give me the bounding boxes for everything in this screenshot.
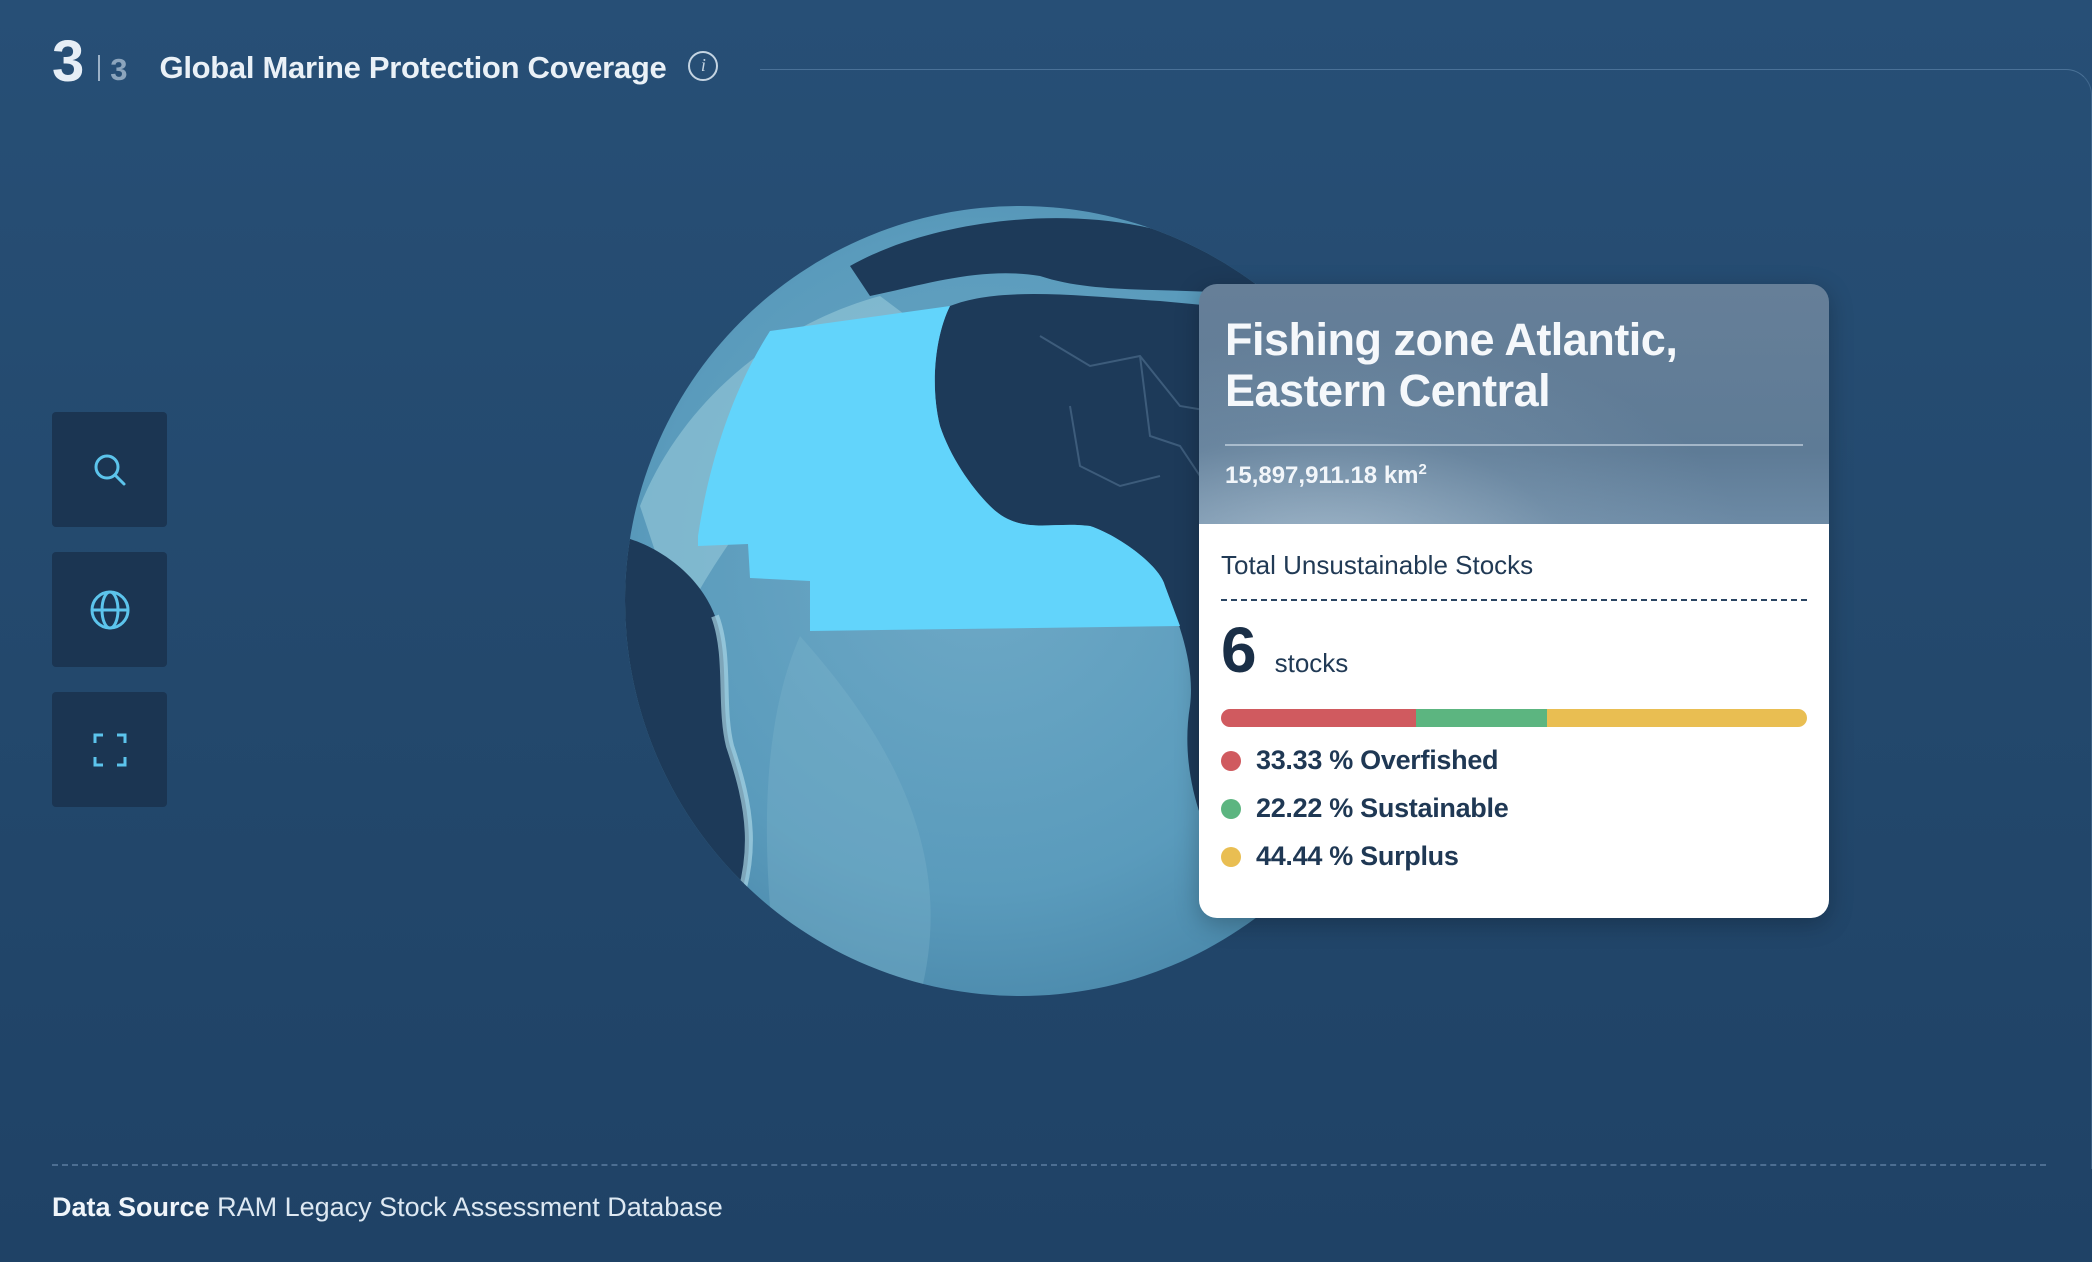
legend-label: 44.44 % Surplus bbox=[1256, 841, 1459, 871]
zone-area: 15,897,911.18 km2 bbox=[1225, 461, 1803, 490]
step-total: 3 bbox=[110, 51, 128, 87]
stocks-unit: stocks bbox=[1274, 648, 1349, 678]
legend-label: 33.33 % Overfished bbox=[1256, 745, 1499, 775]
data-source-value: RAM Legacy Stock Assessment Database bbox=[217, 1192, 723, 1222]
zone-area-value: 15,897,911.18 km bbox=[1225, 461, 1419, 489]
step-current: 3 bbox=[52, 29, 85, 94]
zone-title: Fishing zone Atlantic, Eastern Central bbox=[1225, 314, 1803, 416]
stocks-count-row: 6 stocks bbox=[1221, 615, 1807, 685]
map-toolbar bbox=[52, 412, 167, 807]
zone-title-line2: Eastern Central bbox=[1225, 365, 1551, 416]
legend-dot bbox=[1221, 846, 1241, 867]
info-icon[interactable]: i bbox=[688, 50, 719, 81]
legend-dot bbox=[1221, 798, 1241, 819]
globe-icon bbox=[90, 590, 129, 629]
zone-info-card: Fishing zone Atlantic, Eastern Central 1… bbox=[1199, 284, 1829, 918]
legend-dot bbox=[1221, 750, 1241, 771]
dashed-divider bbox=[1221, 599, 1807, 601]
globe-button[interactable] bbox=[52, 552, 167, 667]
step-separator bbox=[98, 54, 101, 81]
card-body: Total Unsustainable Stocks 6 stocks 33.3… bbox=[1199, 524, 1829, 918]
legend-item: 33.33 % Overfished bbox=[1221, 745, 1807, 776]
bar-segment bbox=[1221, 709, 1417, 727]
legend-item: 22.22 % Sustainable bbox=[1221, 793, 1807, 824]
legend-item: 44.44 % Surplus bbox=[1221, 841, 1807, 872]
page: 3 3 Global Marine Protection Coverage i bbox=[0, 0, 2092, 1262]
zone-area-unit: 2 bbox=[1418, 460, 1427, 478]
zone-title-line1: Fishing zone Atlantic, bbox=[1225, 314, 1678, 365]
bar-segment bbox=[1416, 709, 1547, 727]
header: 3 3 Global Marine Protection Coverage i bbox=[52, 28, 719, 95]
fullscreen-button[interactable] bbox=[52, 692, 167, 807]
stock-breakdown-bar bbox=[1221, 709, 1807, 727]
stocks-label: Total Unsustainable Stocks bbox=[1221, 550, 1534, 580]
card-divider bbox=[1225, 444, 1803, 446]
stock-legend: 33.33 % Overfished 22.22 % Sustainable 44.… bbox=[1221, 745, 1807, 872]
data-source-label: Data Source bbox=[52, 1192, 210, 1222]
search-button[interactable] bbox=[52, 412, 167, 527]
search-icon bbox=[94, 454, 125, 485]
footer-divider bbox=[52, 1164, 2046, 1166]
bar-segment bbox=[1546, 709, 1807, 727]
fullscreen-icon bbox=[93, 733, 126, 766]
data-source: Data Source RAM Legacy Stock Assessment … bbox=[52, 1192, 723, 1223]
page-title: Global Marine Protection Coverage bbox=[159, 49, 667, 85]
stocks-count: 6 bbox=[1221, 614, 1257, 686]
card-header: Fishing zone Atlantic, Eastern Central 1… bbox=[1199, 284, 1829, 524]
legend-label: 22.22 % Sustainable bbox=[1256, 793, 1509, 823]
